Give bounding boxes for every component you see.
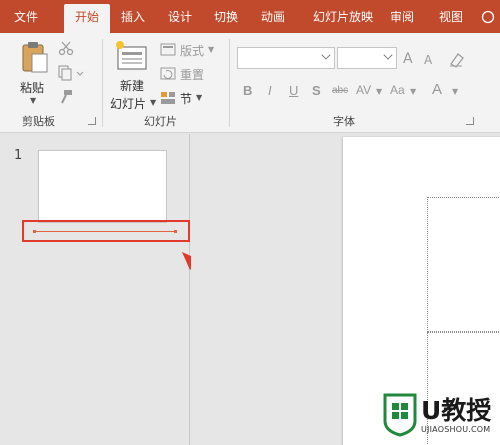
- section-label: 节: [180, 92, 193, 106]
- change-case-button[interactable]: Aa: [390, 83, 405, 97]
- change-case-dropdown-icon: ▼: [410, 87, 417, 96]
- slide-number: 1: [14, 148, 23, 163]
- italic-button[interactable]: I: [268, 83, 272, 98]
- paste-label: 粘贴: [20, 81, 45, 95]
- strikethrough-button[interactable]: abc: [332, 85, 348, 96]
- font-color-button[interactable]: A: [432, 81, 442, 98]
- watermark-brand: U教授: [421, 396, 492, 425]
- group-separator: [229, 39, 230, 127]
- help-icon: [481, 10, 495, 24]
- clipboard-launcher-icon[interactable]: [88, 117, 96, 125]
- layout-label: 版式: [180, 44, 205, 58]
- ujiaoshou-logo-icon: [383, 393, 417, 437]
- reset-icon: [160, 67, 176, 80]
- font-name-value: [238, 53, 242, 66]
- tab-animations[interactable]: 动画: [254, 0, 292, 33]
- underline-button[interactable]: U: [289, 83, 298, 98]
- clear-formatting-icon[interactable]: [448, 50, 466, 68]
- group-separator: [102, 39, 103, 127]
- section-dropdown-icon: ▼: [196, 93, 203, 102]
- grow-font-button[interactable]: A: [403, 51, 413, 67]
- new-slide-label-line2: 幻灯片: [110, 97, 147, 111]
- font-name-dropdown-icon: [321, 50, 331, 60]
- tab-insert[interactable]: 插入: [114, 0, 152, 33]
- new-slide-dropdown-icon: ▼: [150, 98, 157, 107]
- section-button[interactable]: 节 ▼: [160, 89, 220, 107]
- slide-insertion-line[interactable]: [33, 230, 177, 233]
- ujiaoshou-watermark: U教授 UJIAOSHOU.COM: [381, 389, 496, 441]
- slide-thumbnail[interactable]: [38, 150, 167, 223]
- tab-slideshow[interactable]: 幻灯片放映: [304, 0, 382, 33]
- copy-icon[interactable]: [58, 65, 84, 81]
- font-color-dropdown-icon: ▼: [452, 87, 459, 96]
- tab-file[interactable]: 文件: [8, 0, 44, 33]
- watermark-url: UJIAOSHOU.COM: [421, 425, 491, 434]
- clipboard-group-label: 剪贴板: [22, 115, 55, 128]
- font-launcher-icon[interactable]: [466, 117, 474, 125]
- new-slide-label-line1: 新建: [120, 79, 145, 93]
- ribbon-tab-bar: 文件 开始 插入 设计 切换 动画 幻灯片放映 审阅 视图: [0, 0, 500, 33]
- font-group-label: 字体: [333, 115, 355, 128]
- character-spacing-dropdown-icon: ▼: [376, 87, 383, 96]
- reset-button[interactable]: 重置: [160, 65, 220, 83]
- font-size-dropdown-icon: [383, 50, 393, 60]
- bold-button[interactable]: B: [243, 83, 252, 98]
- reset-label: 重置: [180, 68, 205, 82]
- tab-review[interactable]: 审阅: [384, 0, 420, 33]
- paste-clipboard-icon: [22, 42, 48, 73]
- cut-icon[interactable]: [58, 40, 74, 56]
- tab-more[interactable]: [478, 0, 498, 33]
- title-placeholder[interactable]: [427, 197, 500, 332]
- font-size-combobox[interactable]: [337, 47, 397, 69]
- layout-icon: [160, 43, 176, 56]
- ribbon-body: 粘贴 ▼ 剪贴板 新建 幻灯片 ▼ 版式 ▼ 重置 节 ▼ 幻灯片 A A B …: [0, 33, 500, 133]
- format-painter-icon[interactable]: [58, 89, 74, 105]
- character-spacing-button[interactable]: AV: [356, 83, 371, 97]
- layout-dropdown-icon: ▼: [208, 45, 215, 54]
- tab-design[interactable]: 设计: [162, 0, 198, 33]
- new-slide-icon: [116, 41, 147, 70]
- tab-home[interactable]: 开始: [64, 4, 110, 33]
- shrink-font-button[interactable]: A: [424, 53, 432, 67]
- text-shadow-button[interactable]: S: [312, 83, 321, 98]
- paste-button[interactable]: 粘贴 ▼: [14, 39, 54, 105]
- new-slide-button[interactable]: 新建 幻灯片 ▼: [106, 37, 158, 111]
- paste-dropdown-icon: ▼: [30, 96, 37, 105]
- font-name-combobox[interactable]: [237, 47, 335, 69]
- tab-transitions[interactable]: 切换: [207, 0, 245, 33]
- insertion-point-highlight: [22, 220, 190, 242]
- font-size-value: [338, 53, 342, 66]
- layout-button[interactable]: 版式 ▼: [160, 41, 220, 59]
- section-icon: [161, 92, 175, 104]
- slide-thumbnails-pane: 1: [0, 134, 242, 445]
- slides-group-label: 幻灯片: [144, 115, 177, 128]
- tab-view[interactable]: 视图: [432, 0, 470, 33]
